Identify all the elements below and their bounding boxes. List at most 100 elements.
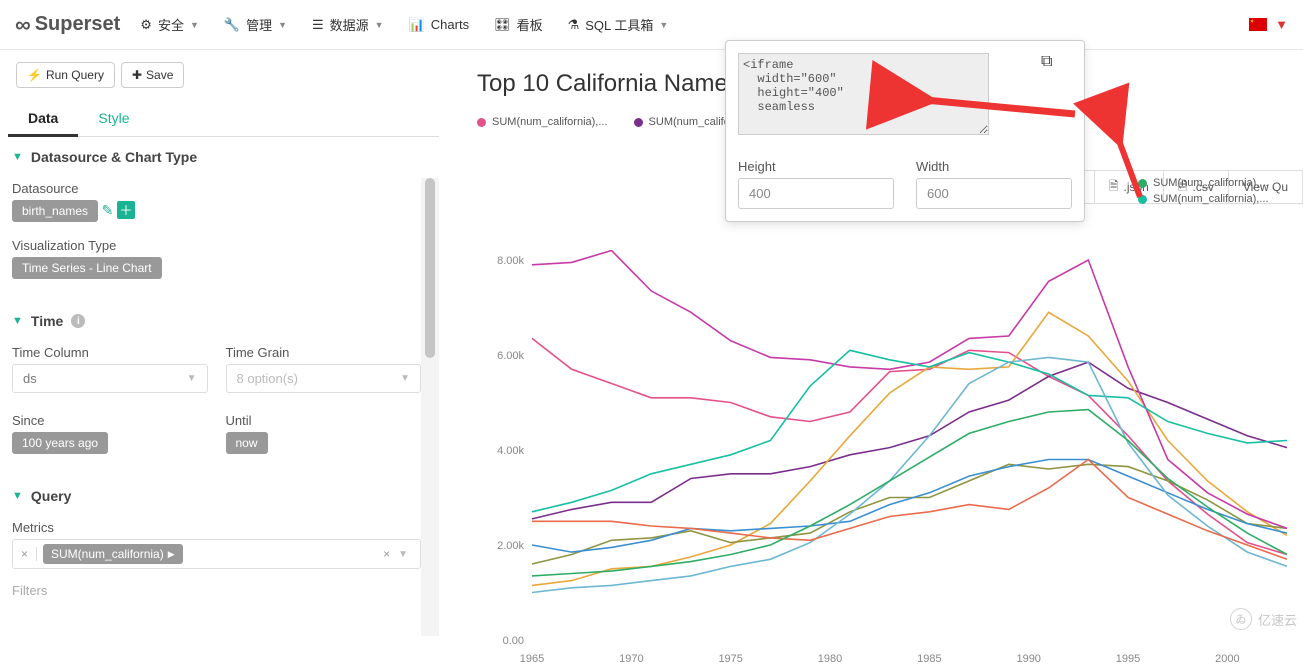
watermark-icon: ゐ	[1230, 608, 1252, 630]
legend-text: SUM(num_california),...	[492, 116, 608, 128]
tab-data[interactable]: Data	[8, 102, 78, 137]
triangle-icon: ▼	[12, 490, 23, 502]
chevron-down-icon: ▼	[400, 373, 410, 384]
nav-sql[interactable]: ⚗ SQL 工具箱 ▼	[568, 15, 669, 34]
tabs: Data Style	[8, 102, 439, 137]
chevron-down-icon[interactable]: ▼	[1275, 17, 1288, 32]
time-column-select[interactable]: ds▼	[12, 364, 208, 393]
nav-label: 安全	[158, 15, 184, 34]
navbar: ∞Superset ⚙ 安全 ▼ 🔧 管理 ▼ ☰ 数据源 ▼ 📊 Charts 🎛看板 ⚗ S…	[0, 0, 1303, 50]
since-label: Since	[12, 413, 208, 428]
chevron-down-icon: ▼	[659, 20, 668, 30]
save-button[interactable]: ✚Save	[121, 62, 184, 88]
control-panel: ▼ Datasource & Chart Type Datasource birt…	[8, 137, 439, 598]
brand[interactable]: ∞Superset	[15, 12, 120, 38]
flask-icon: ⚗	[568, 17, 580, 33]
flag-icon[interactable]	[1249, 18, 1267, 31]
datasource-value[interactable]: birth_names	[12, 200, 98, 222]
nav-manage[interactable]: 🔧 管理 ▼	[224, 15, 287, 34]
svg-text:4.00k: 4.00k	[497, 445, 524, 457]
add-icon[interactable]: ＋	[117, 201, 135, 219]
time-grain-label: Time Grain	[226, 345, 422, 360]
section-label: Query	[31, 488, 71, 504]
section-time[interactable]: ▼Timei	[12, 301, 421, 335]
section-datasource[interactable]: ▼ Datasource & Chart Type	[12, 137, 421, 171]
legend-dot	[477, 118, 486, 127]
chevron-down-icon: ▼	[375, 20, 384, 30]
metric-chip[interactable]: SUM(num_california)▶	[43, 544, 183, 564]
nav-items: ⚙ 安全 ▼ 🔧 管理 ▼ ☰ 数据源 ▼ 📊 Charts 🎛看板 ⚗ SQL 工具箱 ▼	[140, 15, 1249, 34]
annotation-arrow	[915, 90, 1080, 123]
width-label: Width	[916, 159, 1072, 174]
svg-text:1970: 1970	[619, 653, 643, 665]
left-panel: ⚡Run Query ✚Save Data Style ▼ Datasource …	[0, 50, 447, 636]
select-placeholder: 8 option(s)	[237, 371, 298, 386]
chevron-down-icon[interactable]: ▼	[398, 549, 408, 560]
svg-text:8.00k: 8.00k	[497, 255, 524, 267]
height-input[interactable]	[738, 178, 894, 209]
triangle-icon: ▼	[12, 151, 23, 163]
info-icon[interactable]: i	[71, 314, 85, 328]
nav-label: 数据源	[330, 15, 369, 34]
database-icon: ☰	[312, 17, 324, 33]
nav-label: Charts	[431, 17, 469, 32]
datasource-label: Datasource	[12, 181, 421, 196]
brand-text: Superset	[35, 13, 121, 36]
legend-text: SUM(num_california),...	[1153, 177, 1269, 189]
legend-item[interactable]: SUM(num_california),...	[477, 116, 608, 128]
tab-style[interactable]: Style	[78, 102, 149, 136]
clear-icon[interactable]: ×	[383, 547, 390, 561]
svg-text:2.00k: 2.00k	[497, 540, 524, 552]
btn-label: Run Query	[46, 68, 104, 82]
nav-charts[interactable]: 📊 Charts	[409, 15, 469, 34]
legend-text: SUM(num_california),...	[1153, 193, 1269, 205]
gear-icon: ⚙	[140, 17, 152, 33]
run-query-button[interactable]: ⚡Run Query	[16, 62, 115, 88]
svg-text:1980: 1980	[818, 653, 842, 665]
svg-text:1965: 1965	[520, 653, 544, 665]
section-query[interactable]: ▼ Query	[12, 476, 421, 510]
watermark-text: 亿速云	[1258, 610, 1297, 629]
nav-datasources[interactable]: ☰ 数据源 ▼	[312, 15, 384, 34]
legend-dot	[634, 118, 643, 127]
time-grain-select[interactable]: 8 option(s) ▼	[226, 364, 422, 393]
legend-right: SUM(num_california),... SUM(num_californ…	[1138, 177, 1269, 209]
viz-type-label: Visualization Type	[12, 238, 421, 253]
scrollbar[interactable]	[421, 178, 439, 636]
line-chart: 0.002.00k4.00k6.00k8.00k1965197019751980…	[477, 250, 1297, 670]
edit-icon[interactable]: ✎	[102, 202, 114, 218]
chart-icon: 📊	[409, 17, 425, 33]
viz-type-value[interactable]: Time Series - Line Chart	[12, 257, 162, 279]
plus-icon: ✚	[132, 68, 142, 82]
logo-icon: ∞	[15, 12, 31, 38]
metrics-select[interactable]: × SUM(num_california)▶ × ▼	[12, 539, 421, 569]
since-value[interactable]: 100 years ago	[12, 432, 108, 454]
metric-remove-icon[interactable]: ×	[13, 547, 37, 561]
annotation-arrow	[1110, 132, 1150, 205]
nav-dashboards[interactable]: 🎛看板	[494, 15, 543, 34]
nav-right: ▼	[1249, 17, 1288, 32]
dashboard-icon: 🎛	[494, 17, 511, 33]
until-label: Until	[226, 413, 422, 428]
nav-security[interactable]: ⚙安全▼	[140, 15, 199, 34]
section-label: Datasource & Chart Type	[31, 149, 197, 165]
badge-text: birth_names	[22, 204, 88, 218]
nav-label: SQL 工具箱	[585, 15, 653, 34]
svg-text:1985: 1985	[917, 653, 941, 665]
width-input[interactable]	[916, 178, 1072, 209]
filters-label: Filters	[12, 583, 421, 598]
copy-icon[interactable]: ⧉	[1041, 53, 1052, 71]
wrench-icon: 🔧	[224, 17, 240, 33]
legend-item[interactable]: SUM(num_california),...	[1138, 193, 1269, 205]
chevron-down-icon: ▼	[278, 20, 287, 30]
svg-text:1990: 1990	[1016, 653, 1040, 665]
select-value: ds	[23, 371, 37, 386]
svg-text:6.00k: 6.00k	[497, 350, 524, 362]
chevron-right-icon: ▶	[168, 549, 175, 560]
legend-item[interactable]: SUM(num_california),...	[1138, 177, 1269, 189]
toolbar: ⚡Run Query ✚Save	[8, 50, 439, 96]
scroll-thumb[interactable]	[425, 178, 435, 358]
svg-text:1995: 1995	[1116, 653, 1140, 665]
nav-label: 管理	[246, 15, 272, 34]
until-value[interactable]: now	[226, 432, 268, 454]
